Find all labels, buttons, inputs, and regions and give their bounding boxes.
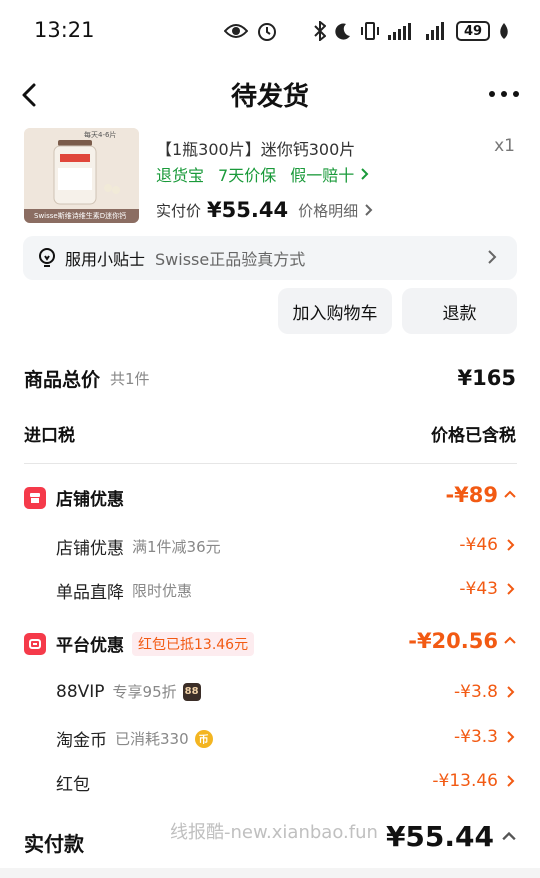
discount-item-value: -¥46 (459, 535, 498, 555)
discount-item-desc: 限时优惠 (132, 582, 193, 600)
price-detail-link[interactable]: 价格明细 (298, 200, 358, 221)
watermark-text: 线报酷-new.xianbao.fun (170, 822, 378, 843)
list-item: 淘金币 已消耗330 币 (56, 726, 213, 751)
paid-price-value: ¥55.44 (207, 198, 289, 222)
discount-item-value: -¥13.46 (432, 771, 498, 791)
usage-tip-bar[interactable]: 服用小贴士 Swisse正品验真方式 (23, 236, 517, 280)
platform-discount-total-row[interactable]: -¥20.56 (408, 629, 516, 653)
tag-fake-compensation: 假一赔十 (290, 166, 355, 185)
status-icons: 49 (224, 18, 510, 44)
tag-return: 退货宝 (156, 166, 205, 185)
platform-discount-header: 平台优惠 红包已抵13.46元 (24, 631, 255, 656)
paid-price-row: 实付价 ¥55.44 价格明细 (156, 198, 374, 222)
list-item: 单品直降 限时优惠 (56, 578, 192, 603)
bottom-bar (0, 868, 540, 878)
chevron-up-icon (504, 636, 516, 644)
product-quantity: x1 (494, 136, 515, 156)
chevron-right-icon (507, 539, 515, 551)
red-packet-pill: 红包已抵13.46元 (132, 631, 255, 656)
store-discount-label: 店铺优惠 (56, 490, 124, 510)
platform-discount-total: -¥20.56 (408, 629, 498, 653)
discount-item-value: -¥3.8 (454, 682, 498, 702)
store-discount-total-row[interactable]: -¥89 (445, 483, 516, 507)
add-to-cart-button[interactable]: 加入购物车 (278, 288, 392, 334)
service-tags[interactable]: 退货宝 7天价保 假一赔十 (156, 162, 370, 186)
total-paid-label: 实付款 (24, 832, 84, 856)
product-image[interactable]: 每天4-6片 Swisse斯维诗维生素D迷你钙 (24, 128, 139, 223)
eye-icon (224, 24, 248, 38)
total-paid-row[interactable]: ¥55.44 (386, 820, 516, 853)
chevron-right-icon (507, 686, 515, 698)
product-title[interactable]: 【1瓶300片】迷你钙300片 (156, 136, 355, 160)
discount-item-desc: 已消耗330 (115, 730, 189, 748)
vip-badge-icon: 88 (182, 682, 201, 701)
coin-icon: 币 (194, 729, 213, 748)
divider (24, 463, 517, 464)
moon-icon (335, 23, 350, 40)
discount-item-value-row[interactable]: -¥46 (459, 535, 516, 555)
goods-total-value: ¥165 (457, 366, 516, 390)
discount-item-label: 淘金币 (56, 731, 107, 751)
chevron-up-icon (504, 490, 516, 498)
alarm-icon (258, 23, 276, 41)
chevron-up-icon (502, 831, 516, 840)
leaf-icon (500, 23, 508, 39)
import-tax-value: 价格已含税 (431, 426, 516, 446)
refund-button[interactable]: 退款 (402, 288, 517, 334)
chevron-right-icon (365, 204, 373, 216)
discount-item-value-row[interactable]: -¥13.46 (432, 771, 516, 791)
goods-total-label: 商品总价 (24, 369, 101, 391)
paid-price-label: 实付价 (156, 201, 202, 220)
status-time: 13:21 (34, 18, 95, 42)
list-item: 88VIP 专享95折 88 (56, 681, 201, 702)
chevron-right-icon (507, 583, 515, 595)
battery-indicator: 49 (456, 21, 490, 41)
store-discount-total: -¥89 (445, 483, 498, 507)
platform-icon (24, 632, 46, 655)
bluetooth-icon (314, 21, 326, 41)
store-discount-header: 店铺优惠 (24, 485, 124, 510)
vibrate-icon (361, 22, 379, 40)
discount-item-desc: 专享95折 (112, 683, 177, 701)
chevron-right-icon (507, 731, 515, 743)
status-bar: 13:21 49 (0, 0, 540, 62)
goods-count: 共1件 (110, 370, 150, 388)
goods-total-row: 商品总价 共1件 (24, 365, 150, 392)
discount-item-label: 红包 (56, 775, 90, 795)
discount-item-label: 店铺优惠 (56, 539, 124, 559)
total-paid-value: ¥55.44 (385, 820, 494, 853)
tip-label: 服用小贴士 (65, 250, 146, 269)
more-icon[interactable] (488, 84, 520, 104)
list-item: 店铺优惠 满1件减36元 (56, 534, 221, 559)
discount-item-label: 88VIP (56, 681, 105, 702)
platform-discount-label: 平台优惠 (56, 636, 124, 656)
signal-icon (388, 23, 411, 40)
list-item: 红包 (56, 770, 90, 795)
discount-item-value-row[interactable]: -¥3.3 (454, 727, 516, 747)
page-title: 待发货 (230, 82, 309, 112)
chevron-right-icon (361, 168, 369, 180)
chevron-right-icon (507, 775, 515, 787)
discount-item-label: 单品直降 (56, 583, 124, 603)
chevron-right-icon (488, 250, 497, 264)
discount-item-value: -¥43 (459, 579, 498, 599)
lightbulb-icon (39, 248, 55, 267)
tip-text: Swisse正品验真方式 (155, 250, 306, 269)
import-tax-label: 进口税 (24, 426, 75, 446)
discount-item-desc: 满1件减36元 (132, 538, 221, 556)
store-icon (24, 486, 46, 509)
signal-2-icon (426, 22, 444, 40)
discount-item-value-row[interactable]: -¥3.8 (454, 682, 516, 702)
discount-item-value-row[interactable]: -¥43 (459, 579, 516, 599)
image-caption-top: 每天4-6片 (84, 131, 117, 139)
discount-item-value: -¥3.3 (454, 727, 498, 747)
image-caption-bottom: Swisse斯维诗维生素D迷你钙 (34, 212, 127, 220)
tag-price-protect: 7天价保 (218, 166, 277, 185)
